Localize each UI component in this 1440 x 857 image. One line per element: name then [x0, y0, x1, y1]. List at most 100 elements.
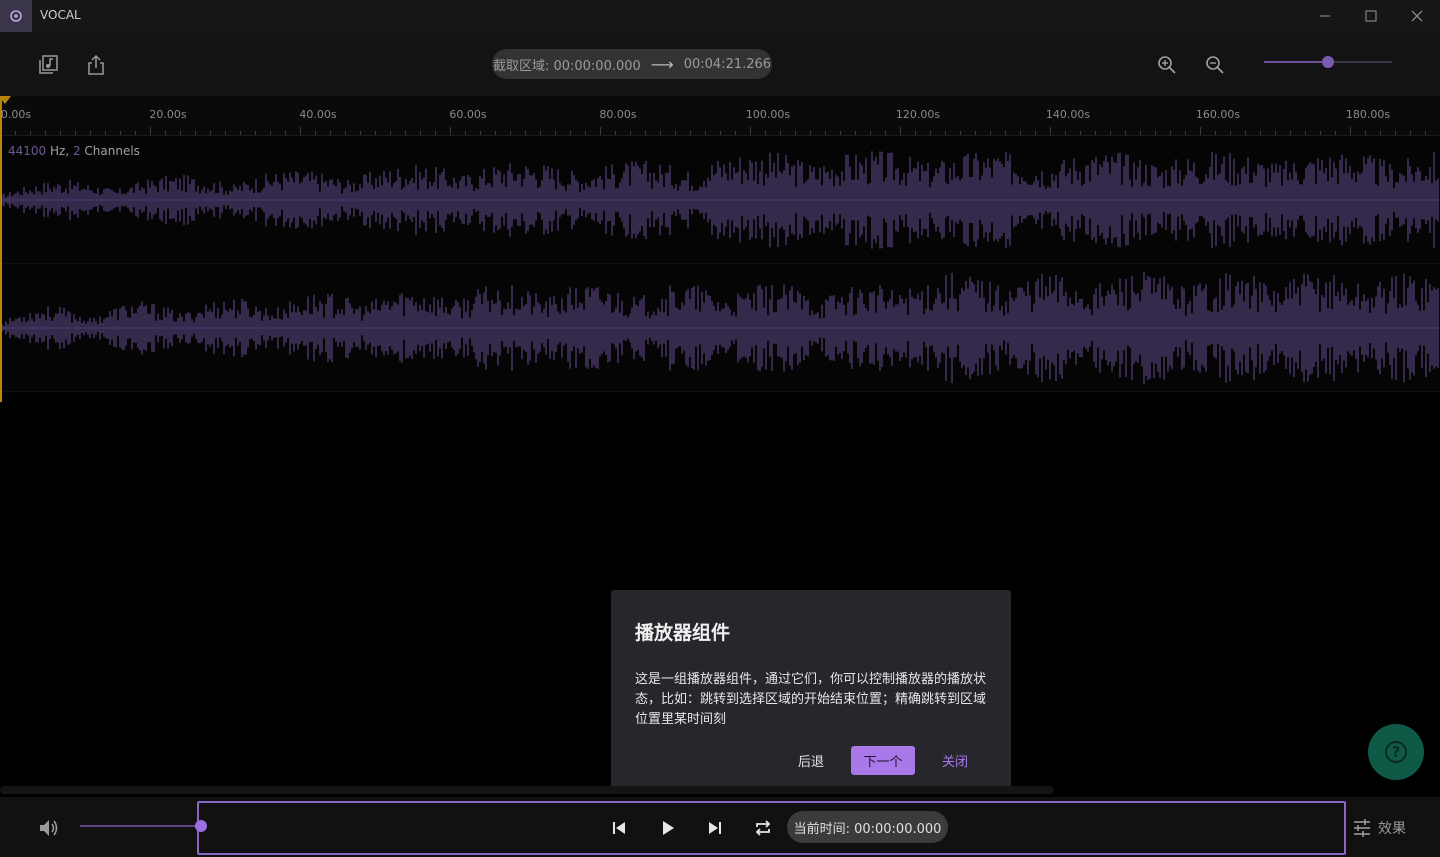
ruler-tick [1170, 131, 1171, 135]
title-bar: VOCAL [0, 0, 1440, 32]
ruler-tick [585, 131, 586, 135]
ruler-label: 20.00s [149, 108, 187, 121]
back-button[interactable]: 后退 [791, 746, 831, 775]
skip-to-end-button[interactable] [703, 816, 727, 840]
ruler-tick [600, 127, 601, 135]
ruler-tick [210, 131, 211, 135]
skip-to-start-button[interactable] [607, 816, 631, 840]
channel-1-track [0, 136, 1440, 264]
ruler-tick [360, 131, 361, 135]
ruler-tick [945, 131, 946, 135]
skip-next-icon [709, 822, 721, 834]
close-dialog-button[interactable]: 关闭 [935, 746, 975, 775]
ruler-tick [300, 127, 301, 135]
ruler-tick [330, 131, 331, 135]
ruler-tick [690, 131, 691, 135]
ruler-tick [465, 131, 466, 135]
ruler-label: 180.00s [1345, 108, 1391, 121]
channels-unit-label: Channels [80, 144, 140, 158]
effects-button[interactable]: 效果 [1352, 816, 1406, 840]
app-title: VOCAL [40, 8, 81, 22]
ruler-tick [1335, 131, 1336, 135]
dialog-title: 播放器组件 [635, 622, 731, 644]
ruler-tick [135, 131, 136, 135]
ruler-tick [1005, 131, 1006, 135]
sample-rate-value: 44100 [8, 144, 47, 158]
ruler-tick [375, 131, 376, 135]
ruler-tick [540, 131, 541, 135]
ruler-tick [960, 131, 961, 135]
ruler-label: 100.00s [745, 108, 791, 121]
maximize-button[interactable] [1348, 0, 1394, 32]
ruler-tick [285, 131, 286, 135]
ruler-tick [1020, 131, 1021, 135]
time-ruler[interactable]: 0.00s 20.00s 40.00s 60.00s 80.00s 100.00s 120.… [0, 96, 1440, 136]
ruler-tick [60, 131, 61, 135]
zoom-out-icon [1206, 56, 1224, 74]
ruler-label: 80.00s [599, 108, 637, 121]
ruler-tick [750, 127, 751, 135]
playhead-line[interactable] [0, 96, 2, 402]
ruler-tick [150, 127, 151, 135]
ruler-tick [885, 131, 886, 135]
ruler-tick [1035, 131, 1036, 135]
minimize-button[interactable] [1302, 0, 1348, 32]
play-icon [663, 821, 674, 835]
close-window-button[interactable] [1394, 0, 1440, 32]
ruler-tick [1140, 131, 1141, 135]
ruler-tick [45, 131, 46, 135]
ruler-tick [1395, 131, 1396, 135]
ruler-tick [390, 131, 391, 135]
share-icon [88, 54, 104, 75]
zoom-slider-thumb[interactable] [1322, 56, 1334, 68]
channel-1-waveform [0, 151, 1440, 249]
ruler-tick [225, 131, 226, 135]
speaker-icon [40, 820, 58, 836]
ruler-tick [240, 131, 241, 135]
selection-region-display[interactable]: 截取区域: 00:00:00.000 ⟶ 00:04:21.266 [492, 49, 772, 79]
horizontal-scrollbar[interactable] [0, 786, 1054, 794]
ruler-tick [75, 131, 76, 135]
ruler-tick [1365, 131, 1366, 135]
playhead-handle[interactable] [0, 96, 11, 104]
ruler-tick [825, 131, 826, 135]
ruler-label: 120.00s [895, 108, 941, 121]
ruler-tick [615, 131, 616, 135]
waveform-view[interactable]: 44100 Hz, 2 Channels [0, 136, 1440, 392]
app-logo-icon [0, 0, 32, 32]
ruler-tick [195, 131, 196, 135]
zoom-slider-fill [1264, 61, 1328, 63]
ruler-tick [1050, 127, 1051, 135]
volume-slider[interactable] [80, 825, 200, 827]
ruler-tick [345, 131, 346, 135]
ruler-label: 140.00s [1045, 108, 1091, 121]
ruler-tick [1260, 131, 1261, 135]
zoom-slider[interactable] [1264, 56, 1392, 68]
volume-button[interactable] [36, 816, 60, 840]
ruler-label: 60.00s [449, 108, 487, 121]
volume-slider-thumb[interactable] [195, 820, 207, 832]
import-audio-button[interactable] [35, 52, 61, 78]
equalizer-icon [1354, 819, 1370, 837]
play-button[interactable] [656, 816, 680, 840]
ruler-tick [675, 131, 676, 135]
current-time-display[interactable]: 当前时间: 00:00:00.000 [787, 811, 948, 843]
zoom-out-button[interactable] [1202, 52, 1228, 78]
loop-button[interactable] [751, 816, 775, 840]
help-button[interactable]: ? [1368, 724, 1424, 780]
ruler-tick [420, 131, 421, 135]
ruler-tick [480, 131, 481, 135]
ruler-tick [645, 131, 646, 135]
region-end-label: 00:04:21.266 [683, 56, 772, 72]
audio-format-info: 44100 Hz, 2 Channels [8, 144, 140, 158]
toolbar: 截取区域: 00:00:00.000 ⟶ 00:04:21.266 [0, 32, 1440, 96]
ruler-label: 40.00s [299, 108, 337, 121]
export-button[interactable] [83, 52, 109, 78]
ruler-tick [810, 131, 811, 135]
ruler-tick [1275, 131, 1276, 135]
tour-dialog: 播放器组件 这是一组播放器组件，通过它们，你可以控制播放器的播放状态，比如：跳转… [611, 590, 1011, 792]
ruler-tick [1200, 127, 1201, 135]
next-button[interactable]: 下一个 [851, 746, 915, 775]
ruler-tick [930, 131, 931, 135]
zoom-in-button[interactable] [1154, 52, 1180, 78]
